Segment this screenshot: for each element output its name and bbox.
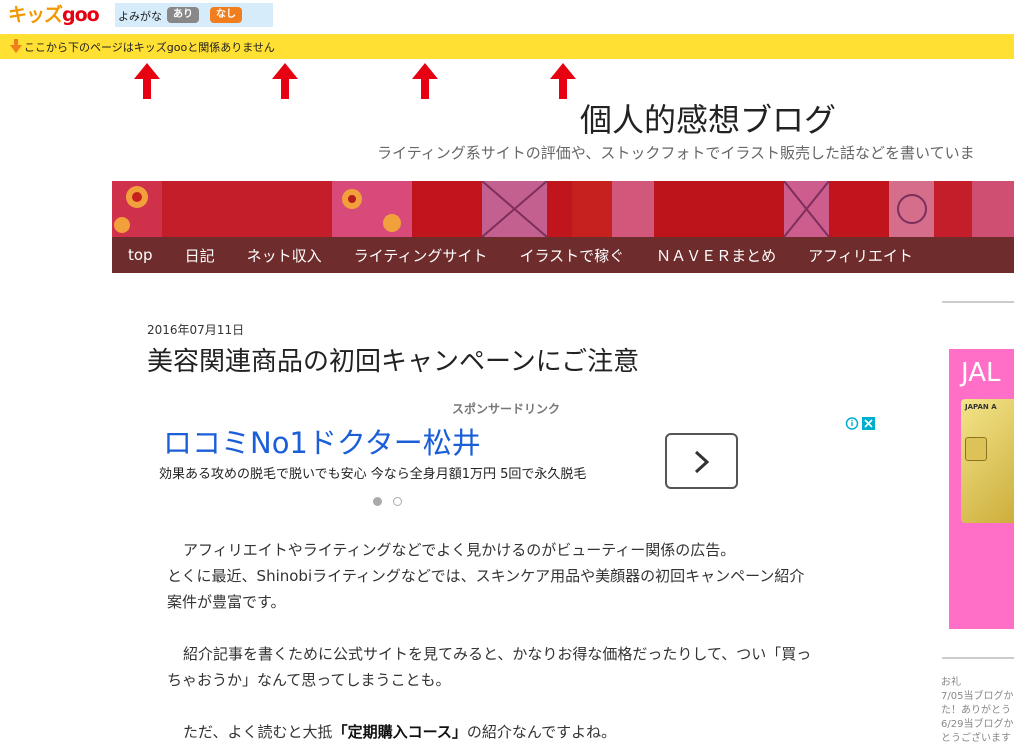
nav-top[interactable]: top (112, 246, 169, 264)
ad-carousel-dots (373, 491, 413, 510)
post-text: ただ、よく読むと大抵 (183, 723, 333, 741)
sidebar-news-text: とうございます (941, 733, 1011, 744)
card-brand-text: JAPAN A (965, 403, 997, 411)
sidebar-news-text: 6/29当ブログか (941, 719, 1014, 730)
ad-description[interactable]: 効果ある攻めの脱毛で脱いでも安心 今なら全身月額1万円 5回で永久脱毛 (159, 463, 586, 482)
credit-card-image: JAPAN A (961, 399, 1014, 523)
sponsored-ad[interactable]: ロコミNo1ドクター松井 効果ある攻めの脱毛で脱いでも安心 今なら全身月額1万円… (147, 414, 877, 506)
post-text: とくに最近、Shinobiライティングなどでは、スキンケア用品や美顔器の初回キャ… (167, 567, 805, 585)
kidsgoo-logo-text: キッズ (8, 4, 63, 26)
carousel-dot-active[interactable] (373, 497, 382, 506)
blog-title[interactable]: 個人的感想ブログ (580, 95, 836, 141)
post-text: の紹介なんですよね。 (466, 723, 617, 741)
post-paragraph: ただ、よく読むと大抵「定期購入コース」の紹介なんですよね。 (167, 719, 867, 745)
post-text-bold: 「定期購入コース」 (332, 723, 467, 741)
post-text: ちゃおうか」なんて思ってしまうことも。 (167, 671, 451, 689)
sidebar-news-text: 7/05当ブログか (941, 691, 1014, 702)
sidebar-ad-banner[interactable]: JAL JAPAN A (949, 349, 1014, 629)
yomigana-label: よみがな (118, 10, 162, 23)
sidebar-news: お礼 7/05当ブログか た！ありがとう 6/29当ブログか とうございます (941, 676, 1014, 746)
nav-affiliate[interactable]: アフィリエイト (792, 245, 929, 266)
arrow-up-icon (550, 63, 576, 99)
sidebar-news-text: た！ありがとう (941, 705, 1011, 716)
card-chip-icon (965, 437, 987, 461)
sidebar-divider (942, 301, 1014, 303)
sidebar-news-heading: お礼 (941, 677, 961, 688)
arrow-up-icon (272, 63, 298, 99)
yomigana-switch: よみがな あり なし (115, 3, 273, 27)
post-text: 案件が豊富です。 (167, 593, 286, 611)
yomigana-on-button[interactable]: あり (167, 7, 199, 23)
ad-title[interactable]: ロコミNo1ドクター松井 (163, 420, 481, 462)
kidsgoo-logo-goo: goo (62, 4, 100, 26)
nav-net-income[interactable]: ネット収入 (231, 245, 338, 266)
kidsgoo-notice-text: ここから下のページはキッズgooと関係ありません (24, 41, 275, 54)
post-text: 紹介記事を書くために公式サイトを見てみると、かなりお得な価格だったりして、つい「… (183, 645, 812, 663)
ad-open-button[interactable] (665, 433, 738, 489)
nav-naver[interactable]: ＮＡＶＥＲまとめ (640, 245, 792, 266)
post-body: アフィリエイトやライティングなどでよく見かけるのがビューティー関係の広告。 とく… (167, 537, 867, 748)
nav-diary[interactable]: 日記 (169, 245, 231, 266)
arrow-down-icon (10, 39, 22, 53)
nav-illustration[interactable]: イラストで稼ぐ (503, 245, 640, 266)
arrow-up-icon (134, 63, 160, 99)
post-text: アフィリエイトやライティングなどでよく見かけるのがビューティー関係の広告。 (183, 541, 736, 559)
sidebar-divider (942, 657, 1014, 659)
chevron-right-icon (694, 450, 710, 474)
arrow-up-icon (412, 63, 438, 99)
sidebar-ad-title: JAL (961, 358, 1001, 388)
kidsgoo-toolbar: キッズgoo よみがな あり なし (0, 0, 1014, 34)
post-paragraph: アフィリエイトやライティングなどでよく見かけるのがビューティー関係の広告。 とく… (167, 537, 867, 615)
post-title[interactable]: 美容関連商品の初回キャンペーンにご注意 (147, 341, 639, 378)
adchoices-icon[interactable] (844, 416, 877, 431)
kidsgoo-logo[interactable]: キッズgoo (8, 4, 100, 26)
global-nav: top 日記 ネット収入 ライティングサイト イラストで稼ぐ ＮＡＶＥＲまとめ … (112, 237, 1014, 273)
yomigana-off-button[interactable]: なし (210, 7, 242, 23)
nav-writing-sites[interactable]: ライティングサイト (338, 245, 504, 266)
carousel-dot[interactable] (393, 497, 402, 506)
kidsgoo-notice-bar: ここから下のページはキッズgooと関係ありません (0, 34, 1014, 59)
blog-description: ライティング系サイトの評価や、ストックフォトでイラスト販売した話などを書いていま (377, 144, 975, 162)
header-banner-image (112, 181, 1014, 237)
post-date: 2016年07月11日 (147, 323, 245, 337)
post-paragraph: 紹介記事を書くために公式サイトを見てみると、かなりお得な価格だったりして、つい「… (167, 641, 867, 693)
